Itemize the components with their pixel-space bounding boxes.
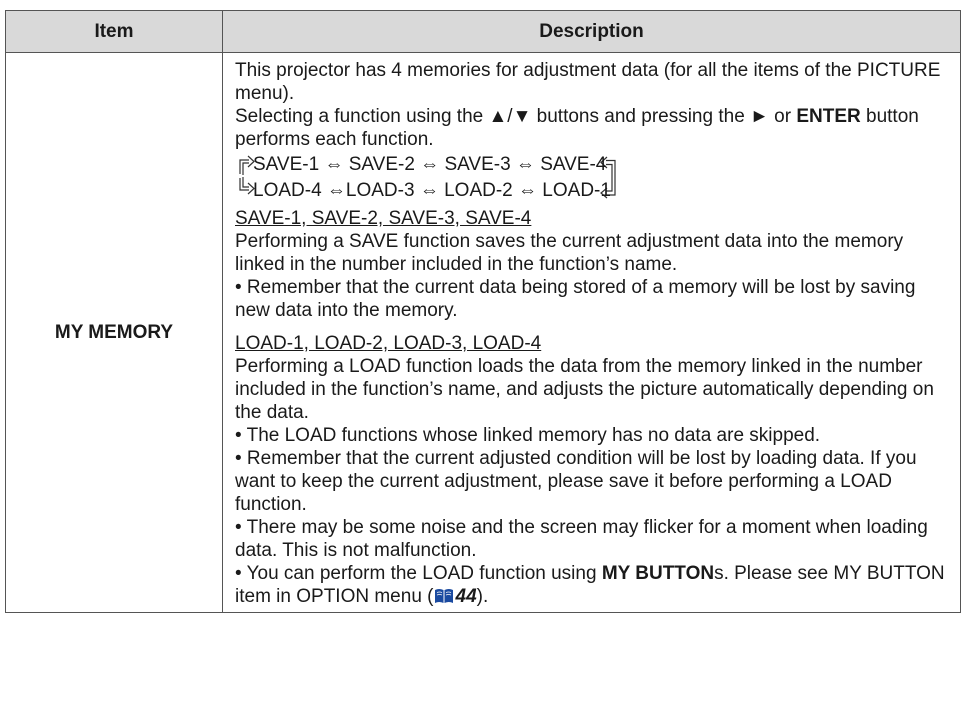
page-reference-link[interactable]: 44: [456, 586, 477, 607]
table-row: MY MEMORY This projector has 4 memories …: [5, 52, 961, 613]
load-note-lost: • Remember that the current adjusted con…: [235, 448, 917, 515]
header-description: Description: [222, 10, 961, 53]
intro-text: Selecting a function using the ▲/▼ butto…: [235, 106, 797, 127]
load-note-skipped: • The LOAD functions whose linked memory…: [235, 425, 821, 446]
my-button-note-end: ).: [476, 586, 489, 607]
save-heading: SAVE-1, SAVE-2, SAVE-3, SAVE-4: [235, 208, 532, 229]
save-description: Performing a SAVE function saves the cur…: [235, 231, 904, 275]
table-header-row: Item Description: [5, 10, 961, 53]
save-note: • Remember that the current data being s…: [235, 277, 916, 321]
description-table: Item Description MY MEMORY This projecto…: [5, 10, 961, 613]
item-cell: MY MEMORY: [5, 52, 223, 613]
description-cell: This projector has 4 memories for adjust…: [222, 52, 961, 613]
save-flow-line: SAVE-1 ⇔ SAVE-2 ⇔ SAVE-3 ⇔ SAVE-4: [253, 154, 607, 175]
load-note-my-button: • You can perform the LOAD function usin…: [235, 562, 954, 608]
my-button-label: MY BUTTON: [601, 563, 715, 584]
header-item: Item: [5, 10, 223, 53]
book-icon: [434, 589, 453, 603]
load-flow-line: LOAD-4 ⇔LOAD-3 ⇔ LOAD-2 ⇔ LOAD-1: [253, 180, 611, 201]
enter-button-label: ENTER: [796, 106, 861, 127]
my-button-note-text: • You can perform the LOAD function usin…: [235, 563, 602, 584]
load-description: Performing a LOAD function loads the dat…: [235, 356, 934, 423]
load-note-noise: • There may be some noise and the screen…: [235, 517, 928, 561]
intro-instructions: Selecting a function using the ▲/▼ butto…: [235, 105, 954, 151]
function-flow-diagram: SAVE-1 ⇔ SAVE-2 ⇔ SAVE-3 ⇔ SAVE-4 LOAD-4…: [235, 153, 954, 203]
load-heading: LOAD-1, LOAD-2, LOAD-3, LOAD-4: [235, 333, 542, 354]
intro-paragraph: This projector has 4 memories for adjust…: [235, 60, 941, 104]
